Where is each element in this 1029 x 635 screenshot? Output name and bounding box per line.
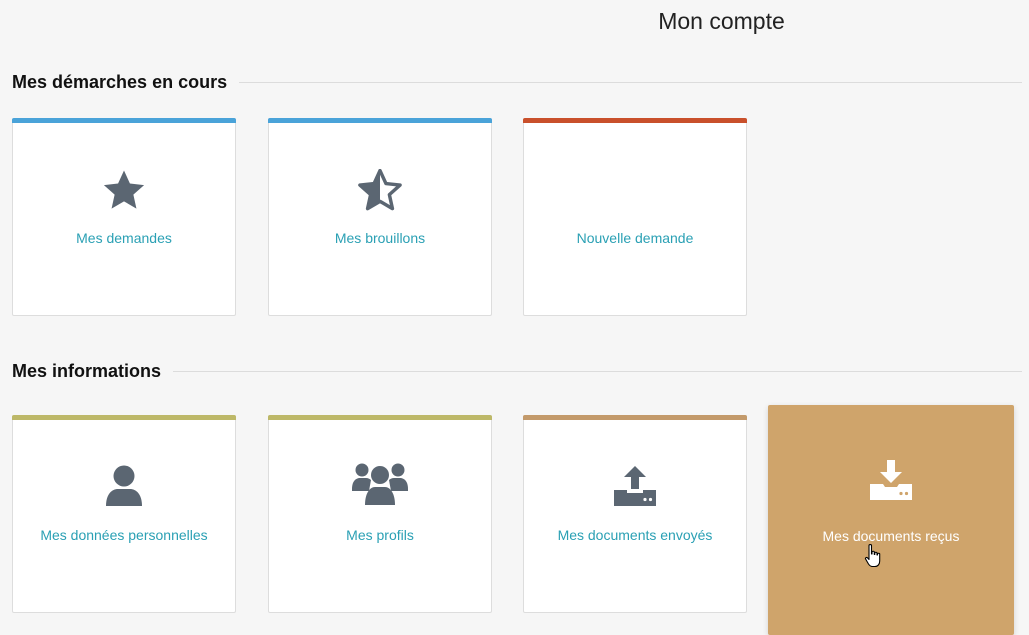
- card-mes-profils[interactable]: Mes profils: [268, 415, 492, 613]
- page-title: Mon compte: [658, 8, 785, 34]
- section-divider: [173, 371, 1022, 372]
- section-current-title: Mes démarches en cours: [12, 72, 228, 92]
- card-accent-bar: [523, 415, 747, 420]
- card-label: Mes documents envoyés: [557, 527, 713, 543]
- upload-icon: [524, 465, 746, 507]
- card-mes-brouillons[interactable]: Mes brouillons: [268, 118, 492, 316]
- star-icon: [13, 170, 235, 212]
- card-accent-bar: [12, 415, 236, 420]
- section-divider: [239, 82, 1022, 83]
- card-accent-bar: [12, 118, 236, 123]
- card-label: Mes données personnelles: [40, 527, 208, 543]
- hand-pointer-cursor-icon: [864, 544, 881, 568]
- user-icon: [13, 465, 235, 507]
- card-mes-donnees-personnelles[interactable]: Mes données personnelles: [12, 415, 236, 613]
- card-label: Nouvelle demande: [576, 230, 694, 246]
- section-info-header: Mes informations: [12, 361, 1022, 382]
- card-label: Mes documents reçus: [822, 528, 960, 544]
- card-label: Mes demandes: [76, 230, 172, 246]
- card-accent-bar: [268, 118, 492, 123]
- section-info-title: Mes informations: [12, 361, 162, 381]
- card-mes-demandes[interactable]: Mes demandes: [12, 118, 236, 316]
- star-half-icon: [269, 169, 491, 212]
- users-icon: [269, 463, 491, 505]
- section-current-header: Mes démarches en cours: [12, 72, 1022, 93]
- card-label: Mes brouillons: [334, 230, 426, 246]
- card-label: Mes profils: [346, 527, 414, 543]
- card-accent-bar: [523, 118, 747, 123]
- card-mes-documents-recus[interactable]: Mes documents reçus: [768, 405, 1014, 635]
- download-icon: [768, 459, 1014, 501]
- card-nouvelle-demande[interactable]: Nouvelle demande: [523, 118, 747, 316]
- card-mes-documents-envoyes[interactable]: Mes documents envoyés: [523, 415, 747, 613]
- card-accent-bar: [268, 415, 492, 420]
